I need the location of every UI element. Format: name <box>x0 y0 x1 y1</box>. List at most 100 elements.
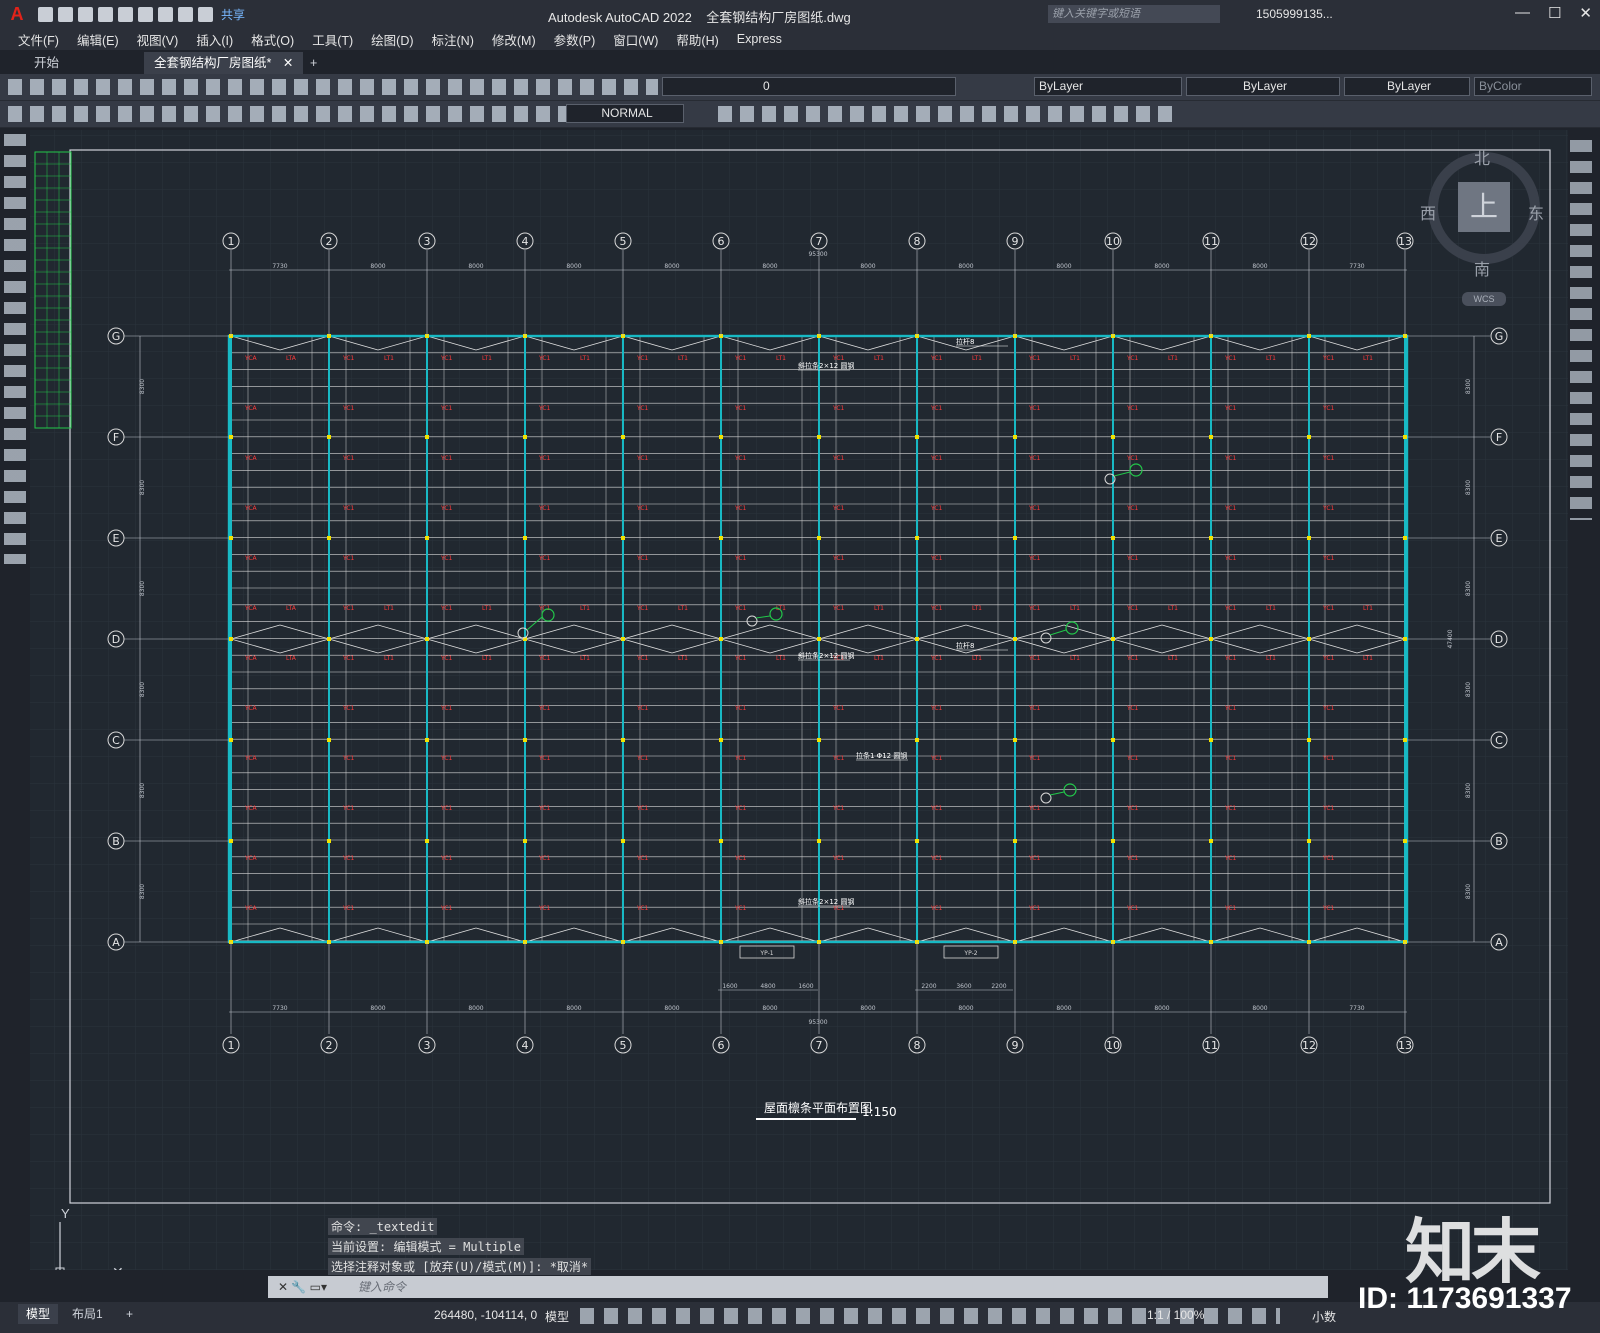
modify-toolbar-icons[interactable] <box>718 106 1178 122</box>
draw-toolbar[interactable] <box>4 134 26 564</box>
member-label: YC1 <box>1126 855 1139 862</box>
export-icon[interactable] <box>138 6 153 22</box>
dimension-toolbar-icons[interactable] <box>8 106 568 122</box>
autocad-logo-icon[interactable]: A <box>6 4 28 25</box>
dimension-text: 8000 <box>1252 263 1267 270</box>
member-label: YC1 <box>440 505 453 512</box>
member-label: YC1 <box>734 555 747 562</box>
print-icon[interactable] <box>158 6 173 22</box>
close-icon[interactable]: ✕ <box>1579 4 1592 22</box>
menu-help[interactable]: 帮助(H) <box>676 30 718 49</box>
user-account[interactable]: 1505999135... <box>1256 7 1333 21</box>
share-button[interactable]: 共享 <box>221 6 245 23</box>
new-file-icon[interactable] <box>38 6 53 22</box>
menu-dimension[interactable]: 标注(N) <box>432 30 474 49</box>
viewcube-west[interactable]: 西 <box>1420 200 1436 224</box>
publish-icon[interactable] <box>118 6 133 22</box>
menu-edit[interactable]: 编辑(E) <box>77 30 119 49</box>
member-label: YC1 <box>342 905 355 912</box>
viewcube-top-face[interactable]: 上 <box>1458 182 1510 232</box>
member-label: YC1 <box>538 455 551 462</box>
title-bar: A 共享 Autodesk AutoCAD 2022 全套钢结构厂房图纸.dwg… <box>0 0 1600 28</box>
menu-draw[interactable]: 绘图(D) <box>371 30 413 49</box>
member-label: YC1 <box>1126 455 1139 462</box>
save-icon[interactable] <box>78 6 93 22</box>
dimension-text: 8300 <box>139 783 146 798</box>
axis-label: B <box>1495 835 1503 848</box>
menu-express[interactable]: Express <box>737 32 782 46</box>
member-label: YC1 <box>1126 705 1139 712</box>
viewcube-east[interactable]: 东 <box>1528 200 1544 224</box>
close-command-icon[interactable]: ✕ 🔧 ▭▾ <box>278 1276 327 1298</box>
dimension-text: 8000 <box>664 1005 679 1012</box>
menu-insert[interactable]: 插入(I) <box>196 30 233 49</box>
drawing-canvas[interactable]: 1 1 2 2 3 3 4 4 5 5 6 6 7 7 8 8 9 9 10 10 11 11 12 12 13 13 G G F F E E… <box>30 130 1568 1270</box>
column-node <box>229 839 233 843</box>
member-label: YC1 <box>342 405 355 412</box>
menu-file[interactable]: 文件(F) <box>18 30 59 49</box>
command-input[interactable]: ✕ 🔧 ▭▾ 键入命令 <box>268 1276 1328 1298</box>
menu-view[interactable]: 视图(V) <box>137 30 179 49</box>
member-label: YC1 <box>832 555 845 562</box>
member-label: YC1 <box>538 905 551 912</box>
redo-icon[interactable] <box>198 6 213 22</box>
axis-label: G <box>1495 330 1504 343</box>
member-label: YC1 <box>342 505 355 512</box>
viewcube-south[interactable]: 南 <box>1474 256 1490 280</box>
member-label: YCA <box>244 505 258 512</box>
member-label: YC1 <box>1224 655 1237 662</box>
tab-current-drawing[interactable]: 全套钢结构厂房图纸* ✕ <box>144 52 304 74</box>
axis-label: 11 <box>1204 1039 1218 1052</box>
column-node <box>621 839 625 843</box>
undo-icon[interactable] <box>178 6 193 22</box>
coordinate-readout[interactable]: 264480, -104114, 0 <box>434 1308 537 1322</box>
column-node <box>523 536 527 540</box>
viewcube-north[interactable]: 北 <box>1474 145 1490 169</box>
lineweight-dropdown[interactable]: ByLayer <box>1344 77 1470 96</box>
menu-window[interactable]: 窗口(W) <box>613 30 658 49</box>
column-node <box>425 738 429 742</box>
brace-label: LT1 <box>874 355 884 362</box>
add-layout-icon[interactable]: + <box>118 1304 141 1324</box>
dimstyle-dropdown[interactable]: NORMAL <box>566 104 684 123</box>
axis-label: 12 <box>1302 1039 1316 1052</box>
member-label: YC1 <box>1322 655 1335 662</box>
member-label: YC1 <box>1224 755 1237 762</box>
tab-model[interactable]: 模型 <box>18 1304 59 1324</box>
layer-dropdown[interactable]: 0 <box>662 77 956 96</box>
search-input[interactable]: 键入关键字或短语 <box>1048 5 1220 23</box>
menu-parametric[interactable]: 参数(P) <box>554 30 596 49</box>
tab-start[interactable]: 开始 <box>24 52 69 74</box>
column-node <box>1111 435 1115 439</box>
column-node <box>817 738 821 742</box>
wcs-menu[interactable]: WCS <box>1462 292 1506 306</box>
member-label: YC1 <box>930 805 943 812</box>
linetype-dropdown[interactable]: ByLayer <box>1186 77 1340 96</box>
standard-toolbar-icons[interactable] <box>8 79 658 95</box>
menu-modify[interactable]: 修改(M) <box>492 30 536 49</box>
axis-label: 10 <box>1106 235 1120 248</box>
member-label: YC1 <box>734 655 747 662</box>
dimension-total: 95300 <box>808 251 827 258</box>
member-label: YCA <box>244 655 258 662</box>
plotstyle-dropdown[interactable]: ByColor <box>1474 77 1592 96</box>
close-tab-icon[interactable]: ✕ <box>283 56 293 70</box>
tab-layout1[interactable]: 布局1 <box>64 1304 111 1324</box>
annotation-scale[interactable]: 1:1 / 100% <box>1147 1308 1204 1322</box>
callout-text: 斜拉条2×12 圆钢 <box>798 651 854 660</box>
menu-tools[interactable]: 工具(T) <box>312 30 353 49</box>
color-dropdown[interactable]: ByLayer <box>1034 77 1182 96</box>
open-file-icon[interactable] <box>58 6 73 22</box>
minimize-icon[interactable]: — <box>1515 4 1530 22</box>
member-label: YC1 <box>538 755 551 762</box>
member-label: YC1 <box>342 805 355 812</box>
modify-toolbar[interactable] <box>1570 140 1592 520</box>
maximize-icon[interactable]: ☐ <box>1548 4 1561 22</box>
new-tab-icon[interactable]: + <box>300 52 327 74</box>
column-node <box>425 839 429 843</box>
model-space-toggle[interactable]: 模型 <box>545 1308 569 1325</box>
units-display[interactable]: 小数 <box>1312 1308 1336 1325</box>
save-as-icon[interactable] <box>98 6 113 22</box>
menu-format[interactable]: 格式(O) <box>251 30 294 49</box>
member-label: YC1 <box>930 555 943 562</box>
